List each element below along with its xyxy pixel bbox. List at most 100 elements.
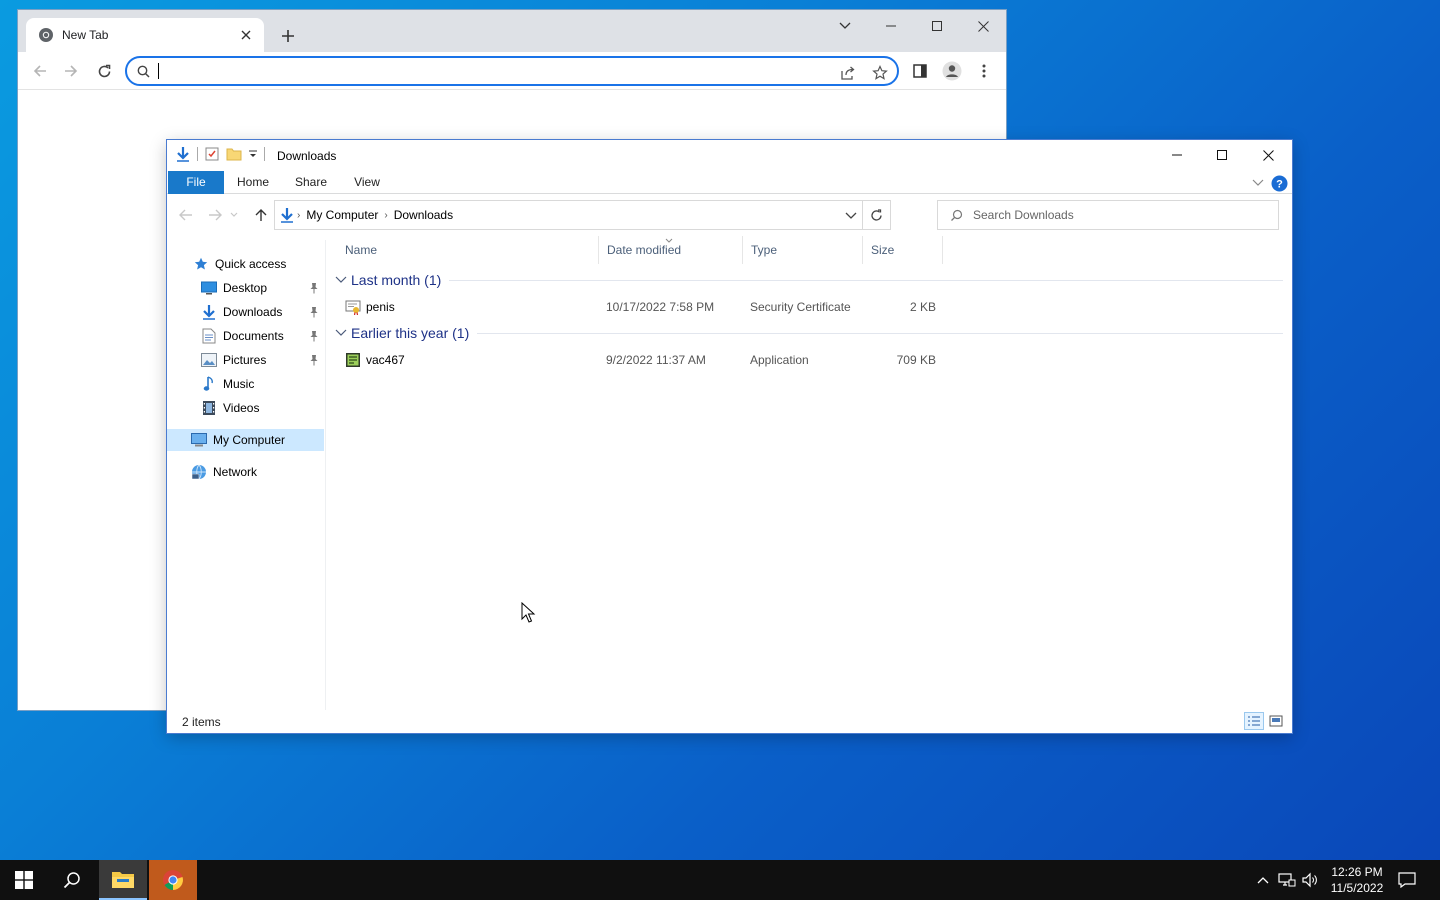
share-icon[interactable]: [839, 64, 857, 82]
breadcrumb-downloads[interactable]: Downloads: [394, 208, 453, 222]
window-title: Downloads: [277, 149, 337, 163]
nav-my-computer[interactable]: My Computer: [167, 429, 324, 451]
pin-icon: [308, 329, 320, 343]
minimize-icon[interactable]: [868, 10, 914, 42]
search-icon[interactable]: [48, 860, 96, 900]
back-icon[interactable]: [28, 59, 52, 83]
network-icon[interactable]: [1277, 870, 1297, 890]
nav-label: Pictures: [223, 353, 267, 367]
search-downloads-box[interactable]: [937, 200, 1279, 230]
column-headers: Name Date modified Type Size: [337, 236, 1137, 264]
start-icon[interactable]: [0, 860, 48, 900]
search-input[interactable]: [973, 208, 1253, 222]
large-icons-view-icon[interactable]: [1266, 712, 1286, 730]
file-size: 709 KB: [896, 353, 936, 367]
nav-pictures[interactable]: Pictures: [201, 349, 323, 371]
nav-music[interactable]: Music: [201, 373, 323, 395]
tab-close-icon[interactable]: [238, 27, 254, 43]
breadcrumb-separator-icon: ›: [297, 209, 301, 221]
file-date: 10/17/2022 7:58 PM: [606, 300, 715, 314]
minimize-icon[interactable]: [1154, 140, 1200, 170]
new-folder-icon[interactable]: [226, 146, 242, 162]
column-header-type[interactable]: Type: [743, 236, 863, 264]
back-icon[interactable]: [176, 206, 196, 224]
forward-icon[interactable]: [59, 59, 83, 83]
search-icon: [950, 209, 963, 222]
new-tab-icon[interactable]: [276, 24, 300, 48]
maximize-icon[interactable]: [914, 10, 960, 42]
file-name: penis: [366, 300, 395, 314]
item-count: 2 items: [182, 715, 221, 729]
close-icon[interactable]: [960, 10, 1006, 42]
computer-icon: [191, 432, 207, 448]
notifications-icon[interactable]: [1397, 870, 1417, 890]
address-bar[interactable]: [125, 56, 899, 86]
properties-icon[interactable]: [204, 146, 220, 162]
file-explorer-icon[interactable]: [99, 860, 147, 900]
recent-locations-icon[interactable]: [229, 206, 239, 224]
qa-separator: [197, 147, 198, 161]
certificate-icon: [345, 299, 361, 315]
nav-desktop[interactable]: Desktop: [201, 277, 323, 299]
music-icon: [201, 376, 217, 392]
profile-icon[interactable]: [940, 59, 964, 83]
tab-search-icon[interactable]: [822, 10, 868, 42]
refresh-icon[interactable]: [862, 201, 890, 229]
forward-icon[interactable]: [205, 206, 225, 224]
nav-documents[interactable]: Documents: [201, 325, 323, 347]
address-history-icon[interactable]: [842, 207, 860, 225]
nav-quick-access[interactable]: Quick access: [193, 253, 323, 275]
maximize-icon[interactable]: [1199, 140, 1245, 170]
file-row[interactable]: penis 10/17/2022 7:58 PM Security Certif…: [343, 296, 1123, 318]
text-caret: [158, 63, 159, 79]
tab-new-tab[interactable]: New Tab: [26, 18, 264, 52]
svg-text:?: ?: [1276, 178, 1283, 190]
nav-label: Quick access: [215, 257, 287, 271]
address-bar[interactable]: › My Computer › Downloads: [274, 200, 891, 230]
file-date: 9/2/2022 11:37 AM: [606, 353, 706, 367]
reload-icon[interactable]: [92, 59, 116, 83]
group-label: Last month (1): [351, 272, 442, 288]
downloads-arrow-icon: [279, 207, 295, 223]
details-view-icon[interactable]: [1244, 712, 1264, 730]
quick-access-toolbar: [175, 146, 265, 162]
close-icon[interactable]: [1245, 140, 1291, 170]
column-header-size[interactable]: Size: [863, 236, 943, 264]
file-size: 2 KB: [909, 300, 936, 314]
pin-icon: [308, 281, 320, 295]
side-panel-icon[interactable]: [908, 59, 932, 83]
help-icon[interactable]: ?: [1270, 174, 1288, 192]
chrome-icon[interactable]: [149, 860, 197, 900]
volume-icon[interactable]: [1300, 870, 1320, 890]
file-row[interactable]: vac467 9/2/2022 11:37 AM Application 709…: [343, 349, 1123, 371]
nav-network[interactable]: Network: [191, 461, 321, 483]
tab-view[interactable]: View: [349, 171, 385, 194]
videos-icon: [201, 400, 217, 416]
customize-qa-icon[interactable]: [248, 149, 258, 159]
tab-share[interactable]: Share: [291, 171, 331, 194]
column-header-name[interactable]: Name: [337, 236, 599, 264]
expand-ribbon-icon[interactable]: [1249, 174, 1267, 192]
group-divider: [477, 332, 1283, 334]
star-icon: [193, 256, 209, 272]
breadcrumb-my-computer[interactable]: My Computer: [306, 208, 378, 222]
nav-videos[interactable]: Videos: [201, 397, 323, 419]
qa-separator: [264, 147, 265, 161]
address-input[interactable]: [163, 63, 897, 79]
address-row: › My Computer › Downloads: [167, 200, 1292, 230]
bookmark-star-icon[interactable]: [871, 64, 889, 82]
nav-downloads[interactable]: Downloads: [201, 301, 323, 323]
up-icon[interactable]: [251, 206, 271, 224]
group-header-earlier-this-year[interactable]: Earlier this year (1): [335, 322, 1283, 344]
group-header-last-month[interactable]: Last month (1): [335, 269, 1283, 291]
desktop-icon: [201, 280, 217, 296]
clock[interactable]: 12:26 PM 11/5/2022: [1330, 864, 1384, 896]
tab-file[interactable]: File: [168, 171, 224, 194]
show-hidden-icons[interactable]: [1253, 870, 1273, 890]
nav-label: Downloads: [223, 305, 283, 319]
pictures-icon: [201, 352, 217, 368]
chevron-down-icon: [335, 327, 347, 339]
file-name: vac467: [366, 353, 405, 367]
menu-icon[interactable]: [972, 59, 996, 83]
tab-home[interactable]: Home: [231, 171, 275, 194]
